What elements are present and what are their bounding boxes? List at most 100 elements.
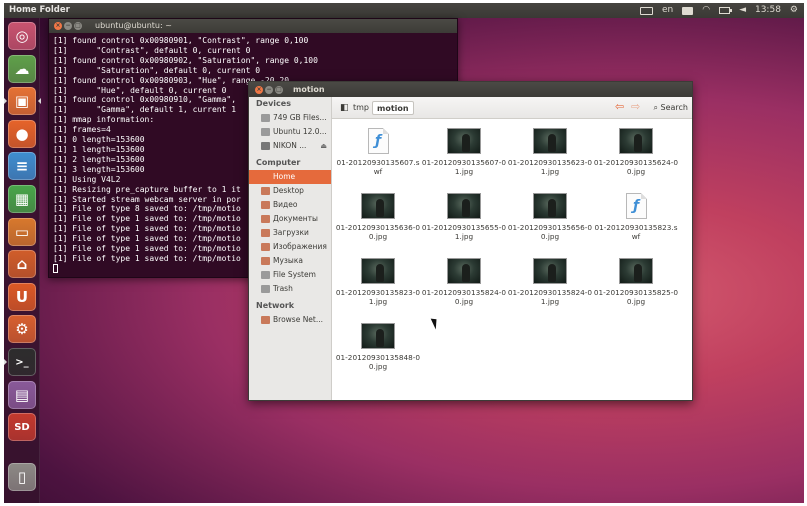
breadcrumb-tmp[interactable]: tmp bbox=[349, 101, 373, 115]
ubuntu-one-icon[interactable]: ☁ bbox=[8, 54, 36, 83]
file-item[interactable]: 01-20120930135624-00.jpg bbox=[592, 128, 680, 176]
file-item[interactable]: 01-20120930135823-01.jpg bbox=[334, 258, 422, 306]
camera-icon bbox=[261, 142, 270, 150]
keyboard-layout-indicator[interactable]: en bbox=[662, 3, 673, 18]
breadcrumb-motion[interactable]: motion bbox=[372, 101, 414, 115]
file-item[interactable]: 01-20120930135607-01.jpg bbox=[420, 128, 508, 176]
close-icon[interactable]: × bbox=[255, 85, 263, 94]
file-item[interactable]: 01-20120930135655-01.jpg bbox=[420, 193, 508, 241]
battery-icon[interactable] bbox=[719, 7, 733, 14]
sidebar-item-network[interactable]: Browse Net... bbox=[249, 313, 331, 327]
sidebar-item-video[interactable]: Видео bbox=[249, 198, 331, 212]
downloads-icon bbox=[261, 229, 270, 237]
music-icon bbox=[261, 257, 270, 265]
file-name: 01-20120930135825-00.jpg bbox=[593, 288, 679, 306]
search-label: Search bbox=[660, 103, 688, 112]
file-name: 01-20120930135655-01.jpg bbox=[421, 223, 507, 241]
close-icon[interactable]: × bbox=[54, 22, 62, 30]
libreoffice-calc-icon[interactable]: ▦ bbox=[8, 185, 36, 213]
file-name: 01-20120930135636-00.jpg bbox=[335, 223, 421, 241]
drive-icon bbox=[261, 114, 270, 122]
terminal-titlebar[interactable]: × − □ ubuntu@ubuntu: ~ bbox=[49, 19, 457, 33]
sidebar-item-label: NIKON ... bbox=[273, 141, 307, 150]
sidebar-item-desktop[interactable]: Desktop bbox=[249, 184, 331, 198]
disc-icon bbox=[261, 128, 270, 136]
file-item[interactable]: ƒ 01-20120930135823.swf bbox=[592, 193, 680, 241]
active-window-title: Home Folder bbox=[9, 5, 70, 15]
power-gear-icon[interactable]: ⚙ bbox=[790, 3, 798, 18]
file-item[interactable]: 01-20120930135848-00.jpg bbox=[334, 323, 422, 371]
file-item[interactable]: 01-20120930135636-00.jpg bbox=[334, 193, 422, 241]
libreoffice-writer-icon[interactable]: ≡ bbox=[8, 152, 36, 181]
eject-icon[interactable]: ⏏ bbox=[320, 139, 327, 153]
file-icon-view[interactable]: ƒ 01-20120930135607.swf 01-20120930135607-… bbox=[332, 119, 692, 400]
back-arrow-icon[interactable]: ⇦ bbox=[615, 100, 624, 113]
keyboard-icon[interactable] bbox=[639, 6, 653, 15]
firefox-icon[interactable]: ● bbox=[8, 119, 36, 148]
file-item[interactable]: 01-20120930135623-01.jpg bbox=[506, 128, 594, 176]
sidebar-item-trash[interactable]: Trash bbox=[249, 282, 331, 296]
sd-card-icon[interactable]: SD bbox=[8, 413, 36, 442]
sidebar-item-home[interactable]: Home bbox=[249, 170, 331, 184]
sidebar-item-music[interactable]: Музыка bbox=[249, 254, 331, 268]
file-item[interactable]: 01-20120930135656-00.jpg bbox=[506, 193, 594, 241]
clock[interactable]: 13:58 bbox=[755, 3, 781, 18]
sidebar-item-downloads[interactable]: Загрузки bbox=[249, 226, 331, 240]
file-name: 01-20120930135607-01.jpg bbox=[421, 158, 507, 176]
sidebar-item-documents[interactable]: Документы bbox=[249, 212, 331, 226]
sidebar-item-label: File System bbox=[273, 270, 316, 279]
terminal-line: [1] "Contrast", default 0, current 0 bbox=[53, 45, 251, 55]
file-name: 01-20120930135824-01.jpg bbox=[507, 288, 593, 306]
sidebar-item-camera[interactable]: NIKON ... ⏏ bbox=[249, 139, 331, 153]
volume-icon[interactable]: ◄ bbox=[739, 3, 746, 18]
places-sidebar: Devices 749 GB Files... Ubuntu 12.0... NIK… bbox=[249, 97, 332, 400]
maximize-icon[interactable]: □ bbox=[74, 22, 82, 30]
documents-icon bbox=[261, 215, 270, 223]
dash-home-icon[interactable]: ◎ bbox=[8, 22, 36, 50]
forward-arrow-icon[interactable]: ⇨ bbox=[631, 100, 640, 113]
image-thumbnail-icon bbox=[533, 128, 567, 154]
image-thumbnail-icon bbox=[361, 258, 395, 284]
search-button[interactable]: ⌕ Search bbox=[653, 101, 688, 115]
image-thumbnail-icon bbox=[361, 193, 395, 219]
top-panel: Home Folder en ◠ ◄ 13:58 ⚙ bbox=[4, 3, 804, 18]
system-settings-icon[interactable]: ⚙ bbox=[8, 315, 36, 344]
trash-icon bbox=[261, 285, 270, 293]
sidebar-item-pictures[interactable]: Изображения bbox=[249, 240, 331, 254]
sidebar-item-label: Trash bbox=[273, 284, 293, 293]
file-item[interactable]: ƒ 01-20120930135607.swf bbox=[334, 128, 422, 176]
image-thumbnail-icon bbox=[619, 128, 653, 154]
sidebar-item-drive[interactable]: 749 GB Files... bbox=[249, 111, 331, 125]
image-thumbnail-icon bbox=[533, 258, 567, 284]
file-manager-titlebar[interactable]: × − □ motion bbox=[249, 82, 692, 97]
sidebar-heading-computer: Computer bbox=[256, 158, 301, 167]
trash-icon[interactable]: ▯ bbox=[8, 462, 36, 491]
libreoffice-impress-icon[interactable]: ▭ bbox=[8, 217, 36, 246]
terminal-title: ubuntu@ubuntu: ~ bbox=[95, 21, 172, 30]
file-item[interactable]: 01-20120930135824-00.jpg bbox=[420, 258, 508, 306]
sidebar-item-label: Browse Net... bbox=[273, 315, 324, 324]
terminal-line: [1] "Saturation", default 0, current 0 bbox=[53, 65, 261, 75]
flash-file-icon: ƒ bbox=[625, 193, 647, 219]
terminal-line: [1] found control 0x00980901, "Contrast"… bbox=[53, 36, 309, 45]
terminal-icon[interactable]: >_ bbox=[4, 348, 36, 376]
sidebar-item-label: Загрузки bbox=[273, 228, 309, 237]
file-name: 01-20120930135823.swf bbox=[594, 223, 678, 241]
sidebar-item-filesystem[interactable]: File System bbox=[249, 268, 331, 282]
file-item[interactable]: 01-20120930135824-01.jpg bbox=[506, 258, 594, 306]
flash-file-icon: ƒ bbox=[367, 128, 389, 154]
ubuntu-one-music-icon[interactable]: U bbox=[8, 282, 36, 311]
minimize-icon[interactable]: − bbox=[64, 22, 72, 30]
workspace-switcher-icon[interactable]: ▤ bbox=[8, 380, 36, 409]
messaging-icon[interactable] bbox=[682, 6, 694, 15]
minimize-icon[interactable]: − bbox=[265, 85, 273, 94]
file-name: 01-20120930135848-00.jpg bbox=[335, 353, 421, 371]
ubuntu-software-center-icon[interactable]: ⌂ bbox=[8, 250, 36, 279]
file-item[interactable]: 01-20120930135825-00.jpg bbox=[592, 258, 680, 306]
image-thumbnail-icon bbox=[533, 193, 567, 219]
home-folder-icon[interactable]: ▣ bbox=[4, 87, 41, 116]
network-wifi-icon[interactable]: ◠ bbox=[702, 3, 710, 18]
sidebar-item-disc[interactable]: Ubuntu 12.0... bbox=[249, 125, 331, 139]
maximize-icon[interactable]: □ bbox=[275, 85, 283, 94]
file-manager-window[interactable]: × − □ motion Devices 749 GB Files... Ubun… bbox=[248, 81, 693, 401]
